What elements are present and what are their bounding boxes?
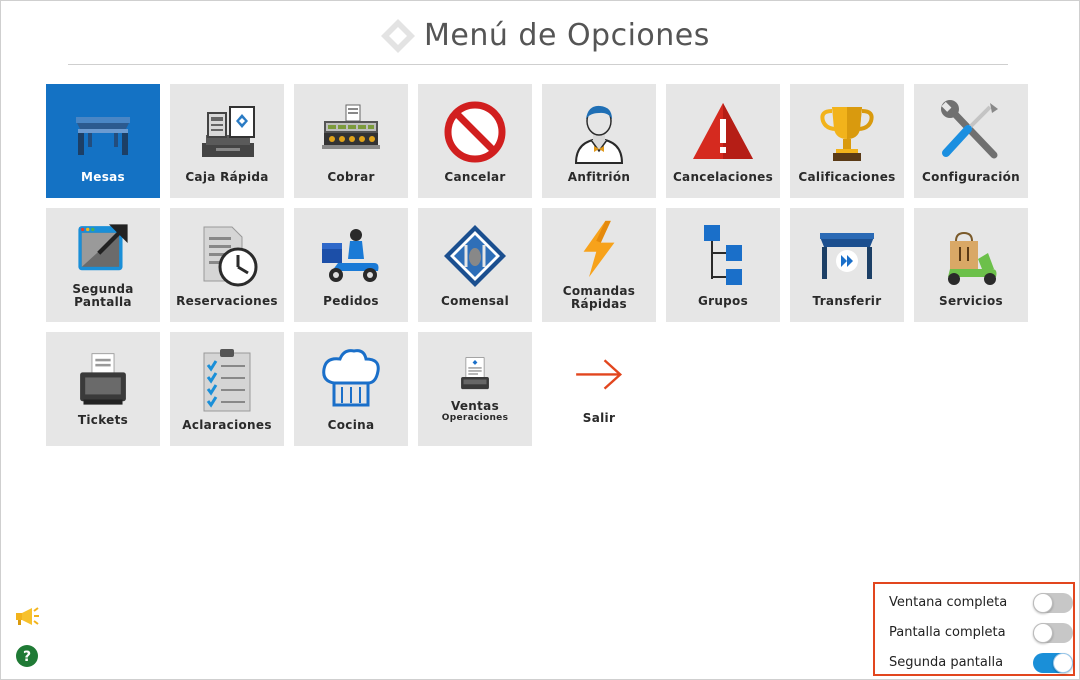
delivery-scooter-icon: [322, 228, 379, 282]
transfer-table-icon: [820, 232, 874, 279]
megaphone-icon[interactable]: [14, 605, 40, 627]
header: Menú de Opciones: [0, 8, 1080, 58]
menu-tile-salir[interactable]: Salir: [542, 332, 656, 446]
tile-label: Comandas Rápidas: [563, 285, 635, 311]
tile-label: Reservaciones: [176, 293, 278, 308]
arrow-right-icon: [576, 358, 623, 390]
header-divider: [68, 64, 1008, 65]
tile-label: Cocina: [327, 417, 375, 432]
toggle-label: Ventana completa: [889, 595, 1008, 610]
tile-label: Cobrar: [327, 169, 375, 184]
tile-label: Transferir: [812, 293, 882, 308]
display-toggles-panel: Ventana completa Pantalla completa Segun…: [873, 582, 1075, 676]
toggle-knob: [1033, 623, 1053, 643]
menu-tile-cancelar[interactable]: Cancelar: [418, 84, 532, 198]
tile-label: Configuración: [922, 169, 1020, 184]
ventana-completa-toggle[interactable]: [1033, 593, 1073, 613]
ticket-printer-icon: [80, 352, 126, 405]
host-person-icon: [574, 105, 624, 164]
checklist-icon: [203, 348, 251, 411]
toggle-row-pantalla-completa: Pantalla completa: [889, 620, 1073, 646]
groups-tree-icon: [704, 224, 742, 285]
reservation-clock-icon: [203, 226, 258, 286]
toggle-knob: [1053, 653, 1073, 673]
toggle-knob: [1033, 593, 1053, 613]
toggle-row-ventana-completa: Ventana completa: [889, 590, 1073, 616]
warning-icon: [693, 102, 753, 159]
svg-text:?: ?: [23, 649, 31, 665]
menu-tile-comandas-rapidas[interactable]: Comandas Rápidas: [542, 208, 656, 322]
menu-tile-pedidos[interactable]: Pedidos: [294, 208, 408, 322]
tile-label: Segunda Pantalla: [72, 283, 133, 309]
menu-tile-aclaraciones[interactable]: Aclaraciones: [170, 332, 284, 446]
tile-label: Servicios: [939, 293, 1003, 308]
cancel-icon: [444, 101, 506, 162]
menu-tile-cocina[interactable]: Cocina: [294, 332, 408, 446]
tile-label: Calificaciones: [798, 169, 896, 184]
menu-tile-reservaciones[interactable]: Reservaciones: [170, 208, 284, 322]
cash-drawer-icon: [322, 104, 380, 149]
tile-label: Pedidos: [323, 293, 379, 308]
tools-icon: [941, 99, 998, 158]
menu-tile-grupos[interactable]: Grupos: [666, 208, 780, 322]
toggle-label: Segunda pantalla: [889, 655, 1004, 670]
toggle-label: Pantalla completa: [889, 625, 1006, 640]
tile-label: Aclaraciones: [182, 417, 272, 432]
trophy-icon: [820, 106, 874, 161]
chef-hat-icon: [322, 348, 380, 406]
tile-label: Ventas Operaciones: [442, 400, 508, 424]
pantalla-completa-toggle[interactable]: [1033, 623, 1073, 643]
segunda-pantalla-toggle[interactable]: [1033, 653, 1073, 673]
menu-tile-configuracion[interactable]: Configuración: [914, 84, 1028, 198]
table-icon: [76, 116, 130, 155]
tile-label: Grupos: [697, 293, 749, 308]
menu-tile-segunda-pantalla[interactable]: Segunda Pantalla: [46, 208, 160, 322]
delivery-bag-icon: [948, 231, 997, 285]
diner-icon: [444, 224, 506, 287]
tile-sublabel: Operaciones: [441, 413, 509, 423]
tile-label: Comensal: [441, 293, 509, 308]
tile-label: Caja Rápida: [185, 169, 269, 184]
sales-report-icon: [461, 357, 489, 390]
menu-tile-ventas[interactable]: Ventas Operaciones: [418, 332, 532, 446]
tile-label: Salir: [582, 410, 616, 425]
menu-tile-anfitrion[interactable]: Anfitrión: [542, 84, 656, 198]
lightning-icon: [583, 220, 615, 278]
tile-label-line-2: Pantalla: [74, 295, 132, 309]
tile-label: Mesas: [81, 169, 125, 184]
tile-label-line-2: Rápidas: [571, 297, 627, 311]
menu-tile-comensal[interactable]: Comensal: [418, 208, 532, 322]
brand-logo-icon: [381, 19, 415, 53]
second-screen-icon: [78, 224, 128, 271]
menu-tile-transferir[interactable]: Transferir: [790, 208, 904, 322]
menu-tile-tickets[interactable]: Tickets: [46, 332, 160, 446]
tile-label-line-1: Ventas: [450, 399, 500, 413]
help-icon[interactable]: ?: [16, 645, 38, 667]
tile-label: Tickets: [77, 412, 129, 427]
menu-tile-cobrar[interactable]: Cobrar: [294, 84, 408, 198]
menu-tile-caja-rapida[interactable]: Caja Rápida: [170, 84, 284, 198]
menu-tile-calificaciones[interactable]: Calificaciones: [790, 84, 904, 198]
menu-tile-servicios[interactable]: Servicios: [914, 208, 1028, 322]
menu-tile-cancelaciones[interactable]: Cancelaciones: [666, 84, 780, 198]
toggle-row-segunda-pantalla: Segunda pantalla: [889, 650, 1073, 676]
cash-register-icon: [202, 105, 255, 157]
tile-label: Cancelar: [444, 169, 506, 184]
tile-label: Anfitrión: [567, 169, 631, 184]
tile-label: Cancelaciones: [672, 169, 774, 184]
page-title: Menú de Opciones: [424, 18, 710, 53]
menu-tile-mesas[interactable]: Mesas: [46, 84, 160, 198]
